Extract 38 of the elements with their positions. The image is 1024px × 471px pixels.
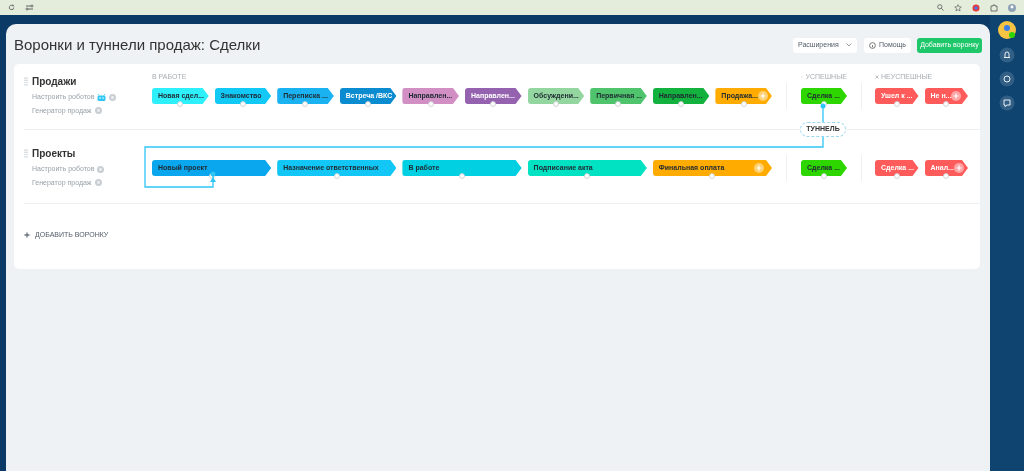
connector-dot[interactable] xyxy=(615,101,622,107)
connector-dot[interactable] xyxy=(821,173,827,179)
profile-icon[interactable] xyxy=(1008,3,1016,12)
plus-icon[interactable] xyxy=(24,232,30,239)
reload-icon[interactable] xyxy=(8,4,15,11)
plus-icon[interactable] xyxy=(951,91,962,101)
plus-icon[interactable] xyxy=(757,91,768,101)
connector-dot[interactable] xyxy=(709,173,716,179)
plus-icon[interactable] xyxy=(953,163,964,173)
connector-dot[interactable] xyxy=(365,101,372,107)
connector-dot[interactable] xyxy=(427,101,434,107)
zoom-icon[interactable] xyxy=(937,4,944,11)
star-icon[interactable] xyxy=(954,3,962,12)
connector-dot[interactable] xyxy=(490,101,497,107)
cross-icon xyxy=(875,75,879,80)
connector-dot[interactable] xyxy=(302,101,309,107)
connector-dot[interactable] xyxy=(333,173,340,179)
chevron-down-icon xyxy=(846,43,852,47)
bell-icon[interactable] xyxy=(999,47,1015,63)
connector-dot[interactable] xyxy=(584,173,591,179)
avatar-icon[interactable] xyxy=(998,21,1016,39)
connector-dot[interactable] xyxy=(177,101,184,107)
funnel-title: Проекты xyxy=(32,147,76,161)
extension-icon[interactable] xyxy=(972,3,980,12)
connector-dot[interactable] xyxy=(893,173,900,179)
info-icon xyxy=(868,41,876,49)
connector-dot[interactable] xyxy=(943,101,950,107)
connector-dot[interactable] xyxy=(678,101,685,107)
connector-dot[interactable] xyxy=(943,173,950,179)
funnel-title: Продажи xyxy=(32,75,77,89)
page-title: Воронки и туннели продаж: Сделки xyxy=(14,34,262,55)
connector-dot[interactable] xyxy=(459,173,465,179)
site-settings-icon[interactable] xyxy=(25,4,34,11)
chat-icon[interactable] xyxy=(999,95,1015,111)
connector-dot[interactable] xyxy=(239,101,246,107)
connector-dot[interactable] xyxy=(893,101,900,107)
connector-dot[interactable] xyxy=(552,101,559,107)
connector-dot[interactable] xyxy=(740,101,747,107)
